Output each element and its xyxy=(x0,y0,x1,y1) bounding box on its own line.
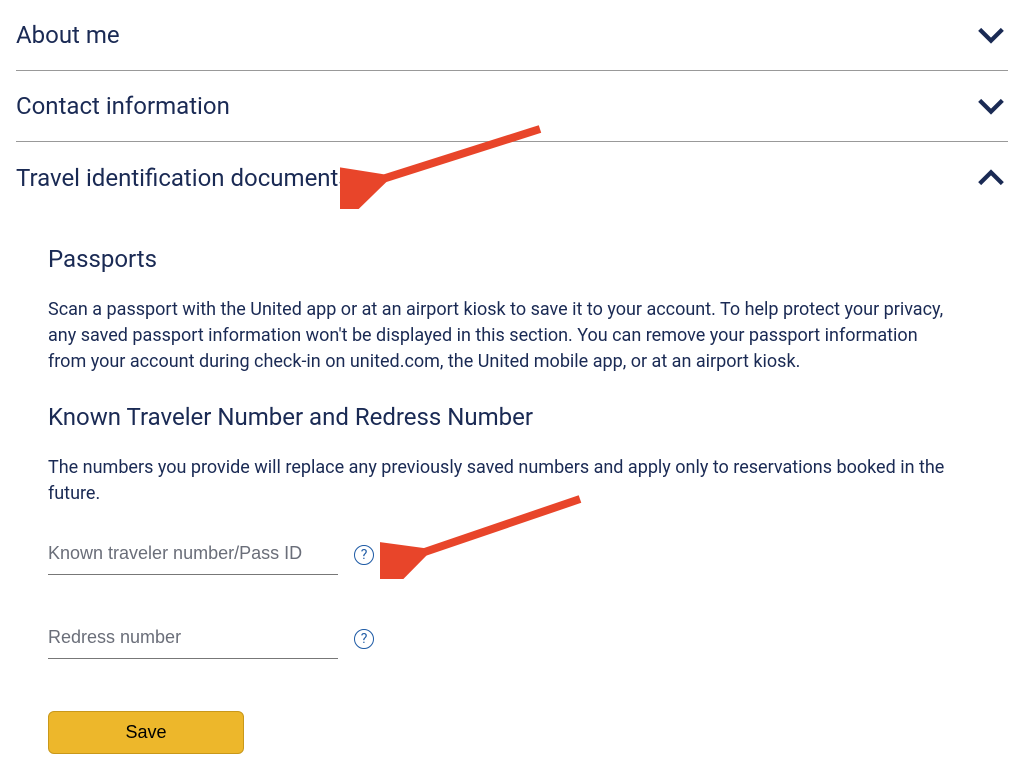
passports-body: Scan a passport with the United app or a… xyxy=(48,297,948,375)
passports-heading: Passports xyxy=(48,245,976,273)
help-icon[interactable]: ? xyxy=(354,545,374,565)
chevron-down-icon xyxy=(974,89,1008,123)
section-title-contact: Contact information xyxy=(16,92,230,120)
section-about[interactable]: About me xyxy=(16,0,1008,71)
ktn-heading: Known Traveler Number and Redress Number xyxy=(48,403,976,431)
chevron-down-icon xyxy=(974,18,1008,52)
ktn-input-row: ? xyxy=(48,535,976,575)
redress-input[interactable] xyxy=(48,619,338,659)
section-travel-docs[interactable]: Travel identification documents xyxy=(16,141,1008,213)
section-title-about: About me xyxy=(16,21,120,49)
save-button[interactable]: Save xyxy=(48,711,244,754)
section-contact[interactable]: Contact information xyxy=(16,70,1008,142)
redress-input-row: ? xyxy=(48,619,976,659)
ktn-input[interactable] xyxy=(48,535,338,575)
travel-docs-content: Passports Scan a passport with the Unite… xyxy=(16,213,1008,754)
ktn-body: The numbers you provide will replace any… xyxy=(48,455,948,507)
section-title-travel-docs: Travel identification documents xyxy=(16,164,351,192)
chevron-up-icon xyxy=(974,161,1008,195)
help-icon[interactable]: ? xyxy=(354,629,374,649)
